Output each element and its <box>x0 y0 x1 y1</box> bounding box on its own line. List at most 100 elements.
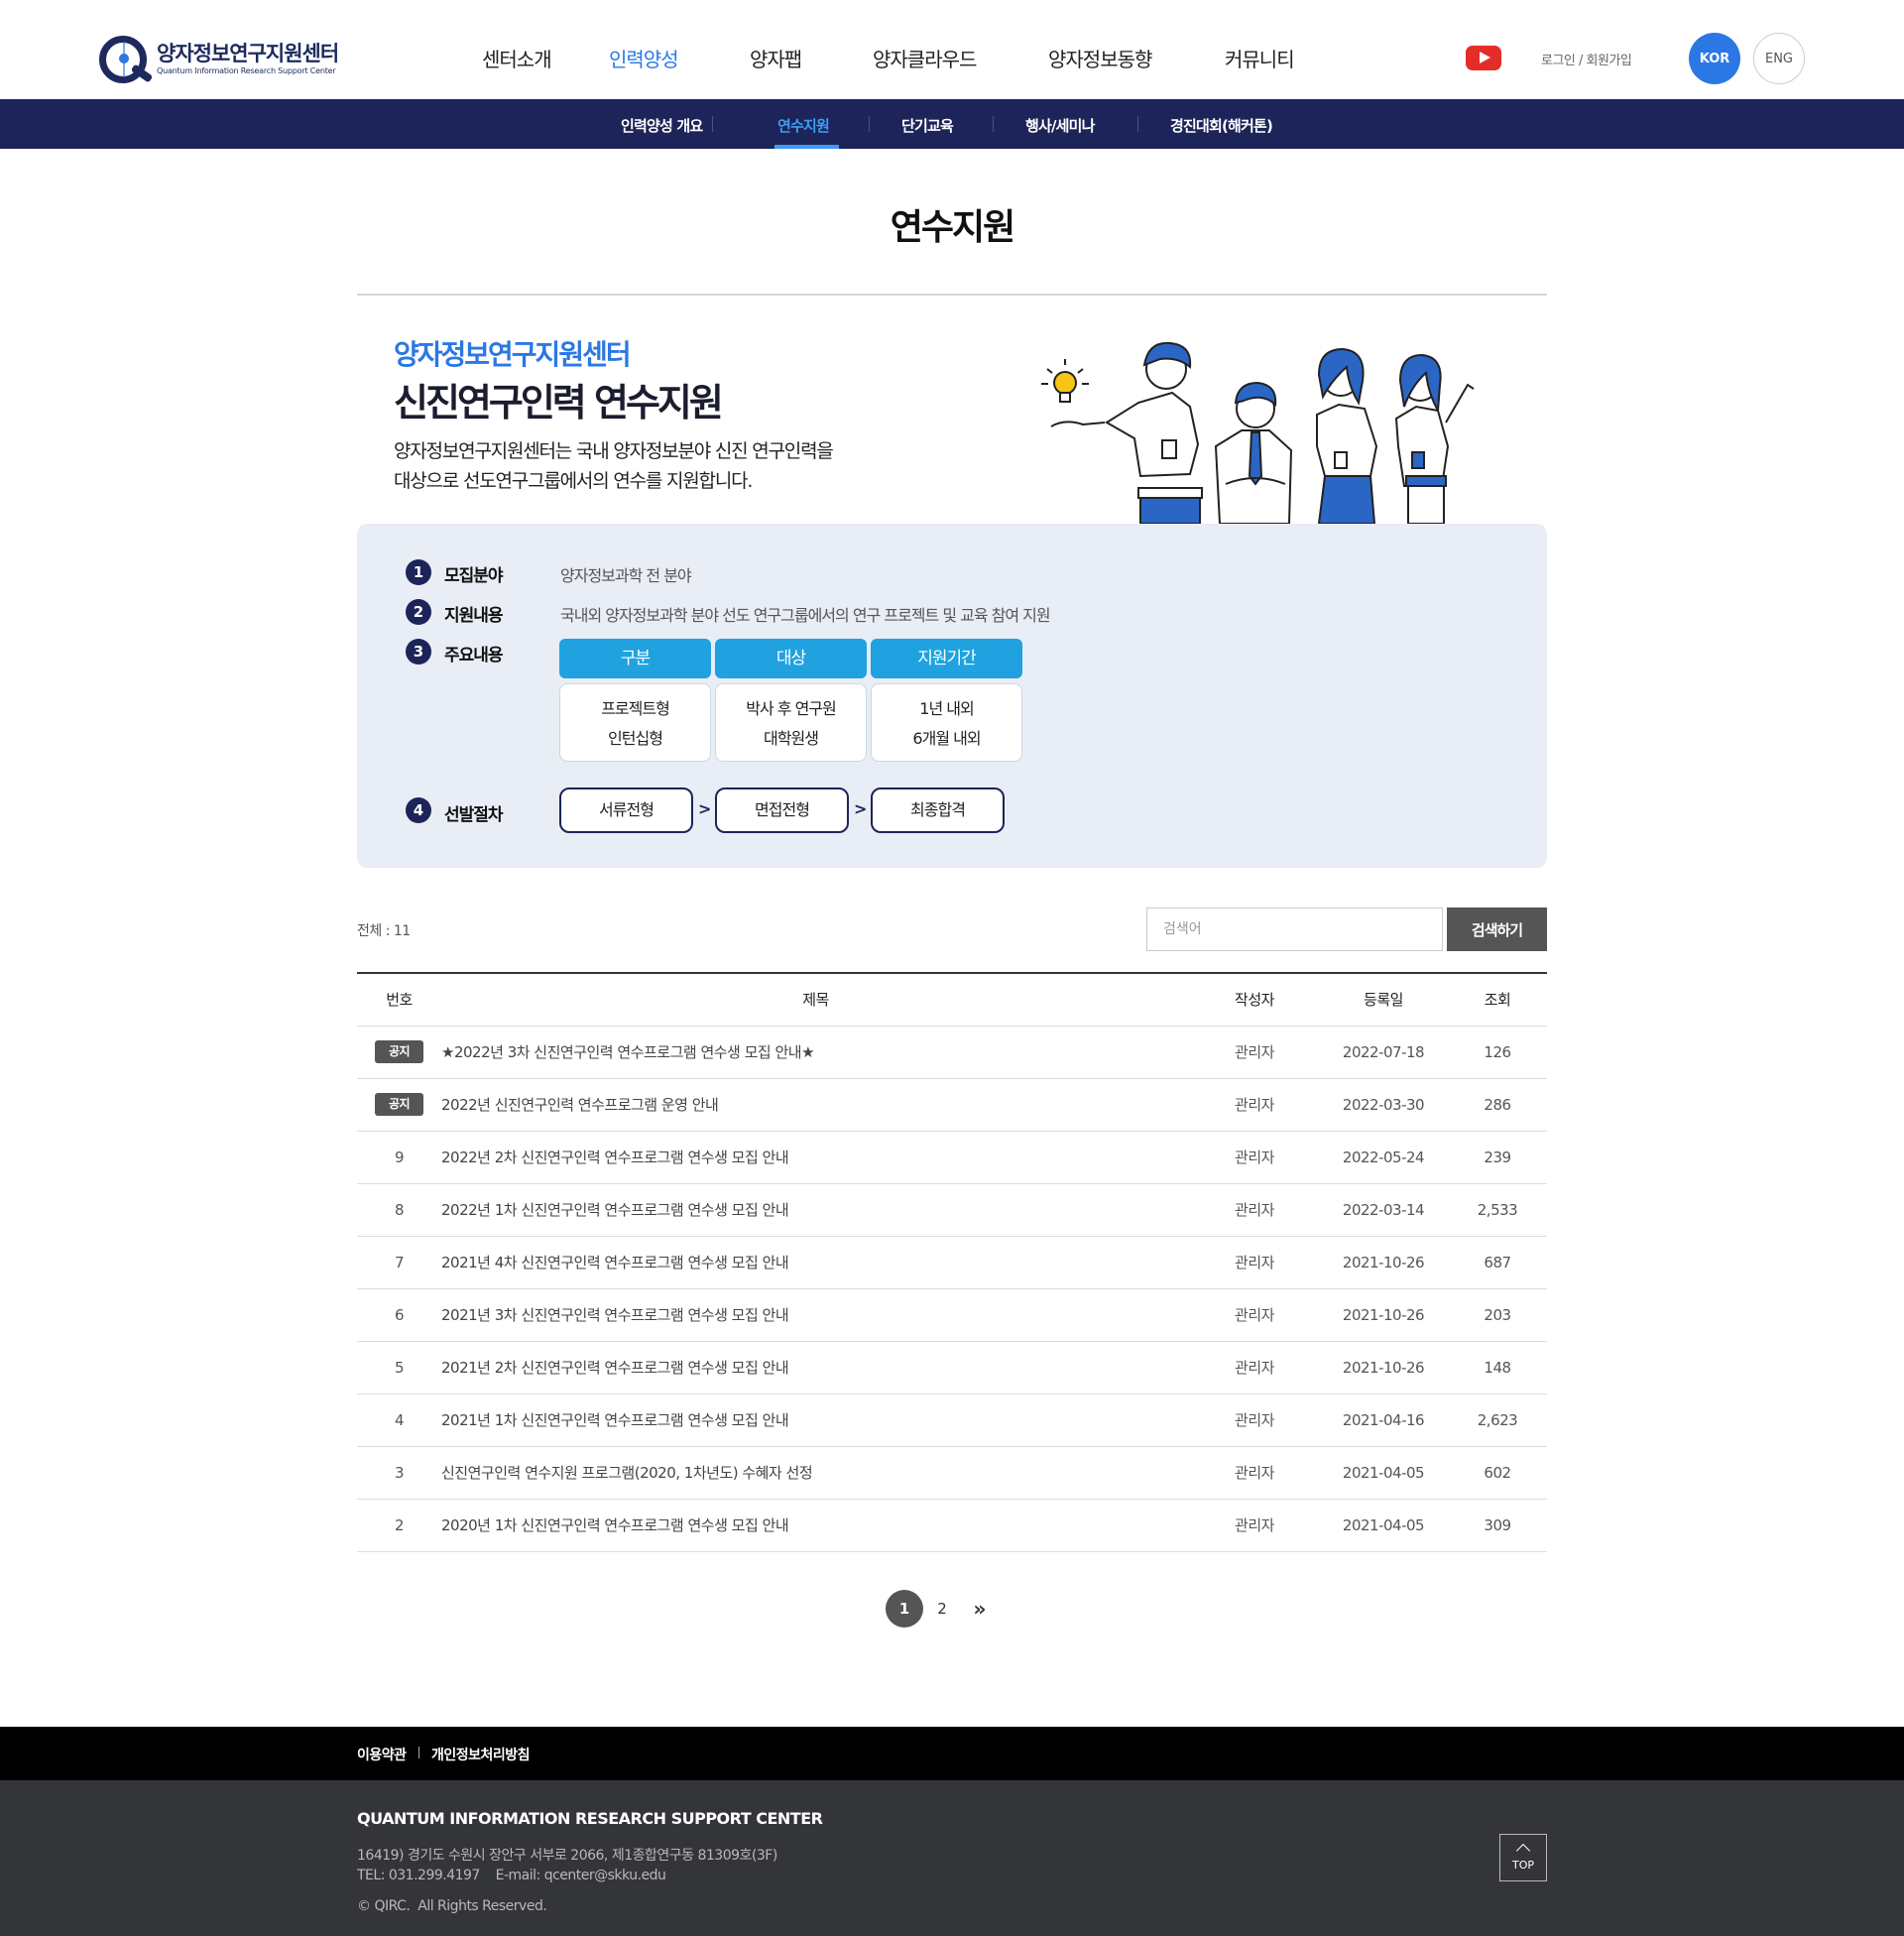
logo-english-name: Quantum Information Research Support Cen… <box>157 66 336 75</box>
nav-quantum-trends[interactable]: 양자정보동향 <box>1048 44 1225 72</box>
lang-eng-button[interactable]: ENG <box>1753 33 1805 84</box>
post-views: 126 <box>1448 1026 1547 1079</box>
post-views: 286 <box>1448 1078 1547 1132</box>
nav-community[interactable]: 커뮤니티 <box>1225 44 1314 72</box>
post-number: 8 <box>357 1183 441 1237</box>
footer-copyright: © QIRC. All Rights Reserved. <box>357 1898 547 1914</box>
nav-quantum-fab[interactable]: 양자팹 <box>750 44 873 72</box>
table-row[interactable]: 9 2022년 2차 신진연구인력 연수프로그램 연수생 모집 안내 관리자 2… <box>357 1131 1547 1184</box>
post-date: 2021-04-05 <box>1319 1446 1448 1500</box>
subnav-hackathon[interactable]: 경진대회(해커톤) <box>1170 115 1273 136</box>
chevron-right-icon: > <box>698 799 712 818</box>
post-title-link[interactable]: 2021년 1차 신진연구인력 연수프로그램 연수생 모집 안내 <box>441 1393 1190 1447</box>
chevron-right-icon: > <box>854 799 868 818</box>
table-row[interactable]: 공지 ★2022년 3차 신진연구인력 연수프로그램 연수생 모집 안내★ 관리… <box>357 1026 1547 1079</box>
researcher-figure-1 <box>1105 341 1203 524</box>
info-label-content: 지원내용 <box>444 606 504 626</box>
subnav-event-seminar[interactable]: 행사/세미나 <box>1025 115 1095 136</box>
post-title-link[interactable]: 2021년 2차 신진연구인력 연수프로그램 연수생 모집 안내 <box>441 1341 1190 1394</box>
youtube-icon[interactable] <box>1466 46 1501 70</box>
table-row[interactable]: 4 2021년 1차 신진연구인력 연수프로그램 연수생 모집 안내 관리자 2… <box>357 1393 1547 1447</box>
subnav-divider <box>712 116 713 132</box>
column-header-author: 작성자 <box>1190 972 1319 1027</box>
post-date: 2021-10-26 <box>1319 1236 1448 1289</box>
subnav-divider <box>1137 116 1138 132</box>
info-table-cell-line: 프로젝트형 <box>601 699 670 718</box>
intro-description-line: 양자정보연구지원센터는 국내 양자정보분야 신진 연구인력을 <box>394 440 834 462</box>
page-2-button[interactable]: 2 <box>923 1590 961 1628</box>
scroll-top-button[interactable]: TOP <box>1499 1834 1547 1881</box>
researcher-figure-2 <box>1214 381 1293 524</box>
info-table-cell-line: 인턴십형 <box>608 729 663 748</box>
selection-step-final: 최종합격 <box>871 787 1005 833</box>
post-title-link[interactable]: 2021년 4차 신진연구인력 연수프로그램 연수생 모집 안내 <box>441 1236 1190 1289</box>
nav-center-intro[interactable]: 센터소개 <box>482 44 609 72</box>
post-views: 2,533 <box>1448 1183 1547 1237</box>
table-row[interactable]: 3 신진연구인력 연수지원 프로그램(2020, 1차년도) 수혜자 선정 관리… <box>357 1446 1547 1500</box>
post-views: 148 <box>1448 1341 1547 1394</box>
intro-title: 신진연구인력 연수지원 <box>394 381 724 424</box>
search-button[interactable]: 검색하기 <box>1447 908 1547 951</box>
post-views: 239 <box>1448 1131 1547 1184</box>
search-input[interactable] <box>1146 908 1443 951</box>
post-author: 관리자 <box>1190 1026 1319 1079</box>
post-title-link[interactable]: 2022년 신진연구인력 연수프로그램 운영 안내 <box>441 1078 1190 1132</box>
program-info-box: 1 모집분야 양자정보과학 전 분야 2 지원내용 국내외 양자정보과학 분야 … <box>357 524 1547 868</box>
selection-step-interview: 면접전형 <box>715 787 849 833</box>
post-title-link[interactable]: ★2022년 3차 신진연구인력 연수프로그램 연수생 모집 안내★ <box>441 1026 1190 1079</box>
step-number-badge: 2 <box>406 599 431 625</box>
privacy-policy-link[interactable]: 개인정보처리방침 <box>431 1745 531 1764</box>
next-page-icon[interactable]: » <box>961 1590 999 1628</box>
page-1-button[interactable]: 1 <box>886 1590 923 1628</box>
subnav-training-support[interactable]: 연수지원 <box>777 115 830 136</box>
info-table-cell-line: 박사 후 연구원 <box>746 699 837 718</box>
nav-manpower[interactable]: 인력양성 <box>609 44 750 72</box>
info-table-cell-line: 대학원생 <box>764 729 819 748</box>
post-author: 관리자 <box>1190 1236 1319 1289</box>
table-row[interactable]: 6 2021년 3차 신진연구인력 연수프로그램 연수생 모집 안내 관리자 2… <box>357 1288 1547 1342</box>
logo-q-icon <box>97 34 154 85</box>
site-logo[interactable]: 양자정보연구지원센터 Quantum Information Research … <box>97 34 339 85</box>
footer-links-bar: 이용약관 개인정보처리방침 <box>0 1727 1904 1780</box>
table-row[interactable]: 2 2020년 1차 신진연구인력 연수프로그램 연수생 모집 안내 관리자 2… <box>357 1499 1547 1552</box>
table-row[interactable]: 5 2021년 2차 신진연구인력 연수프로그램 연수생 모집 안내 관리자 2… <box>357 1341 1547 1394</box>
lang-kor-button[interactable]: KOR <box>1689 33 1740 84</box>
post-views: 2,623 <box>1448 1393 1547 1447</box>
chevron-up-icon <box>1515 1843 1531 1859</box>
terms-link[interactable]: 이용약관 <box>357 1745 407 1764</box>
post-date: 2022-03-14 <box>1319 1183 1448 1237</box>
researcher-figure-3 <box>1316 347 1378 524</box>
table-row[interactable]: 7 2021년 4차 신진연구인력 연수프로그램 연수생 모집 안내 관리자 2… <box>357 1236 1547 1289</box>
column-header-date: 등록일 <box>1319 972 1448 1027</box>
post-date: 2022-05-24 <box>1319 1131 1448 1184</box>
selection-step-documents: 서류전형 <box>559 787 693 833</box>
post-title-link[interactable]: 2022년 1차 신진연구인력 연수프로그램 연수생 모집 안내 <box>441 1183 1190 1237</box>
post-number: 7 <box>357 1236 441 1289</box>
subnav-short-course[interactable]: 단기교육 <box>901 115 954 136</box>
table-row[interactable]: 8 2022년 1차 신진연구인력 연수프로그램 연수생 모집 안내 관리자 2… <box>357 1183 1547 1237</box>
post-date: 2021-04-16 <box>1319 1393 1448 1447</box>
info-table-header: 지원기간 <box>871 639 1022 678</box>
page-title: 연수지원 <box>890 207 1015 248</box>
post-title-link[interactable]: 2020년 1차 신진연구인력 연수프로그램 연수생 모집 안내 <box>441 1499 1190 1552</box>
post-number: 5 <box>357 1341 441 1394</box>
site-footer: QUANTUM INFORMATION RESEARCH SUPPORT CEN… <box>0 1780 1904 1936</box>
subnav-overview[interactable]: 인력양성 개요 <box>621 115 703 136</box>
column-header-title: 제목 <box>441 972 1190 1027</box>
post-number: 9 <box>357 1131 441 1184</box>
intro-subtitle: 양자정보연구지원센터 <box>394 338 632 371</box>
column-header-number: 번호 <box>357 972 441 1027</box>
subnav-divider <box>869 116 870 132</box>
post-title-link[interactable]: 2022년 2차 신진연구인력 연수프로그램 연수생 모집 안내 <box>441 1131 1190 1184</box>
pagination: 1 2 » <box>886 1590 999 1628</box>
login-signup-link[interactable]: 로그인 / 회원가입 <box>1541 50 1632 68</box>
post-title-link[interactable]: 신진연구인력 연수지원 프로그램(2020, 1차년도) 수혜자 선정 <box>441 1446 1190 1500</box>
post-author: 관리자 <box>1190 1183 1319 1237</box>
table-row[interactable]: 공지 2022년 신진연구인력 연수프로그램 운영 안내 관리자 2022-03… <box>357 1078 1547 1132</box>
footer-address: 16419) 경기도 수원시 장안구 서부로 2066, 제1종합연구동 813… <box>357 1846 777 1885</box>
post-views: 602 <box>1448 1446 1547 1500</box>
footer-address-line: 16419) 경기도 수원시 장안구 서부로 2066, 제1종합연구동 813… <box>357 1848 777 1864</box>
nav-quantum-cloud[interactable]: 양자클라우드 <box>873 44 1048 72</box>
post-title-link[interactable]: 2021년 3차 신진연구인력 연수프로그램 연수생 모집 안내 <box>441 1288 1190 1342</box>
step-number-badge: 1 <box>406 559 431 585</box>
